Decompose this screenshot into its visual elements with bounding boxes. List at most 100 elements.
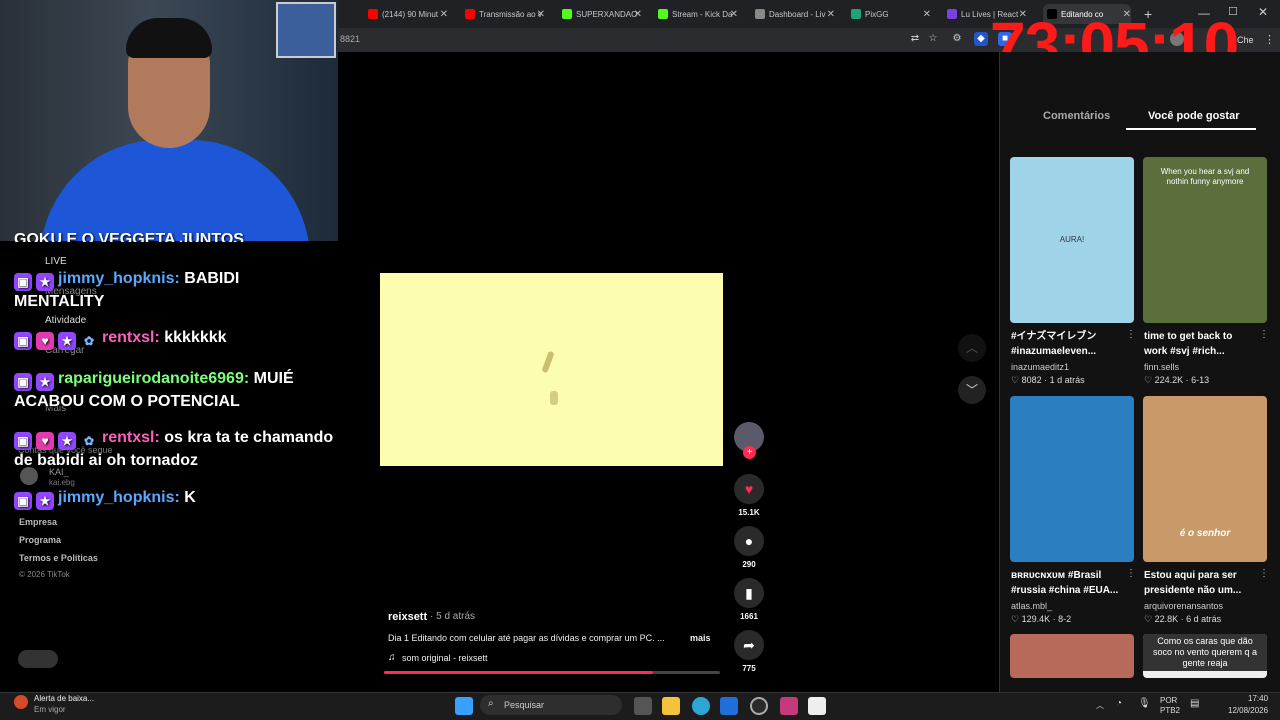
post-date: 6 d atrás: [1186, 614, 1222, 624]
start-icon[interactable]: [455, 697, 473, 715]
card-menu-icon[interactable]: ⋮: [1126, 568, 1136, 579]
video-figure: [541, 350, 555, 374]
get-app-button[interactable]: [18, 650, 58, 668]
view-count: 8082: [1021, 375, 1042, 385]
recommendation-thumb-5[interactable]: [1010, 634, 1134, 678]
shield-extension-icon[interactable]: ◆: [974, 32, 988, 46]
save-count: 1661: [740, 612, 758, 621]
nav-activity[interactable]: Atividade: [45, 315, 86, 326]
alert-icon[interactable]: [14, 695, 28, 709]
recommendation-user[interactable]: finn.sells: [1144, 362, 1179, 372]
webcam-overlay: [0, 0, 338, 241]
progress-track[interactable]: [384, 671, 720, 674]
lang-secondary[interactable]: PTB2: [1160, 706, 1180, 715]
lang-primary[interactable]: POR: [1160, 696, 1177, 705]
view-count: 129.4K: [1021, 614, 1051, 624]
tab-close-icon[interactable]: ✕: [537, 9, 545, 20]
caption-more-link[interactable]: mais: [690, 633, 711, 643]
chat-username[interactable]: jimmy_hopknis:: [58, 270, 180, 287]
chat-username[interactable]: raparigueirodanoite6969:: [58, 370, 249, 387]
app-icon[interactable]: [780, 697, 798, 715]
like-button[interactable]: ♥: [734, 474, 764, 504]
wifi-icon[interactable]: ◔: [1116, 698, 1122, 709]
clock-date[interactable]: 12/08/2026: [1228, 706, 1268, 715]
follow-plus-icon[interactable]: +: [743, 446, 756, 459]
recommendation-title[interactable]: #イナズマイレブン #inazumaeleven...: [1011, 329, 1123, 359]
profile-label[interactable]: Che: [1237, 35, 1254, 45]
recommendation-user[interactable]: arquivorenansantos: [1144, 601, 1223, 611]
card-menu-icon[interactable]: ⋮: [1259, 568, 1269, 579]
mic-icon[interactable]: 🎙: [1138, 698, 1151, 709]
video-player[interactable]: [380, 273, 723, 466]
tab-favicon-icon: [851, 9, 861, 19]
tab-close-icon[interactable]: ✕: [730, 9, 738, 20]
tab-comments[interactable]: Comentários: [1043, 110, 1110, 122]
footer-company[interactable]: Empresa: [19, 517, 57, 527]
alert-sub: Em vigor: [34, 705, 66, 714]
notion-icon[interactable]: [808, 697, 826, 715]
close-window-button[interactable]: ✕: [1258, 5, 1268, 19]
recommendation-title[interactable]: time to get back to work #svj #rich...: [1144, 329, 1256, 359]
recommendation-thumb[interactable]: [1010, 396, 1134, 562]
alert-title[interactable]: Alerta de baixa...: [34, 694, 94, 703]
nav-live[interactable]: LIVE: [45, 256, 67, 267]
tab-close-icon[interactable]: ✕: [634, 9, 642, 20]
recommendation-thumb[interactable]: AURA!: [1010, 157, 1134, 323]
chat-username[interactable]: jimmy_hopknis:: [58, 489, 180, 506]
recommendation-title[interactable]: Estou aqui para ser presidente não um...: [1144, 568, 1256, 598]
edge-icon[interactable]: [692, 697, 710, 715]
card-menu-icon[interactable]: ⋮: [1126, 329, 1136, 340]
translate-icon[interactable]: ⇄: [908, 32, 922, 46]
star-badge-icon: ★: [58, 432, 76, 450]
save-button[interactable]: ▮: [734, 578, 764, 608]
menu-kebab-icon[interactable]: ⋮: [1264, 33, 1275, 46]
tab-favicon-icon: [947, 9, 957, 19]
chrome-icon[interactable]: [750, 697, 768, 715]
scroll-down-button[interactable]: ﹀: [958, 376, 986, 404]
tray-chevron-icon[interactable]: ︿: [1096, 700, 1104, 711]
video-author[interactable]: reixsett: [388, 611, 427, 623]
star-badge-icon: ★: [36, 373, 54, 391]
video-sound[interactable]: som original - reixsett: [402, 653, 488, 663]
comment-button[interactable]: ●: [734, 526, 764, 556]
browser-tab[interactable]: PixGG ✕: [851, 4, 931, 24]
tab-close-icon[interactable]: ✕: [923, 9, 931, 20]
chat-username[interactable]: rentxsl:: [102, 329, 160, 346]
chat-username[interactable]: rentxsl:: [102, 429, 160, 446]
recommendation-thumb[interactable]: é o senhor: [1143, 396, 1267, 562]
recommendation-thumb-6[interactable]: Como os caras que dão soco no vento quer…: [1143, 634, 1267, 678]
network-icon[interactable]: ▤: [1190, 698, 1199, 709]
browser-tab[interactable]: Stream - Kick Da ✕: [658, 4, 738, 24]
browser-tab[interactable]: (2144) 90 Minut ✕: [368, 4, 448, 24]
bookmark-star-icon[interactable]: ☆: [926, 32, 940, 46]
url-text[interactable]: 8821: [340, 34, 360, 44]
footer-terms[interactable]: Termos e Políticas: [19, 553, 98, 563]
card-menu-icon[interactable]: ⋮: [1259, 329, 1269, 340]
browser-tab[interactable]: Dashboard - Liv ✕: [755, 4, 835, 24]
search-box[interactable]: ⌕ Pesquisar: [480, 695, 622, 715]
following-sub: kai.ebg: [49, 478, 75, 487]
file-explorer-icon[interactable]: [662, 697, 680, 715]
chat-message: ▣ ★ jimmy_hopknis: BABIDI MENTALITY: [14, 268, 334, 313]
extension-icon[interactable]: ⚙: [950, 32, 964, 46]
copyright: © 2026 TikTok: [19, 570, 70, 579]
browser-tab[interactable]: SUPERXANDAO ✕: [562, 4, 642, 24]
recommendation-thumb[interactable]: When you hear a svj and nothin funny any…: [1143, 157, 1267, 323]
recommendation-user[interactable]: atlas.mbl_: [1011, 601, 1052, 611]
tab-close-icon[interactable]: ✕: [827, 9, 835, 20]
tab-favicon-icon: [755, 9, 765, 19]
thumb-caption: When you hear a svj and nothin funny any…: [1160, 167, 1250, 186]
footer-program[interactable]: Programa: [19, 535, 61, 545]
store-icon[interactable]: [720, 697, 738, 715]
clock-time[interactable]: 17:40: [1248, 694, 1268, 703]
browser-tab[interactable]: Transmissão ao v ✕: [465, 4, 545, 24]
tab-close-icon[interactable]: ✕: [440, 9, 448, 20]
tab-you-may-like[interactable]: Você pode gostar: [1148, 110, 1239, 122]
scroll-up-button[interactable]: ︿: [958, 334, 986, 362]
share-button[interactable]: ➦: [734, 630, 764, 660]
heart-outline-icon: ♡: [1011, 375, 1022, 385]
recommendation-user[interactable]: inazumaeditz1: [1011, 362, 1069, 372]
heart-badge-icon: ♥: [36, 332, 54, 350]
recommendation-title[interactable]: ʙʀʀᴜᴄɴxᴜᴍ #Brasil #russia #china #EUA...: [1011, 568, 1123, 598]
task-view-icon[interactable]: [634, 697, 652, 715]
